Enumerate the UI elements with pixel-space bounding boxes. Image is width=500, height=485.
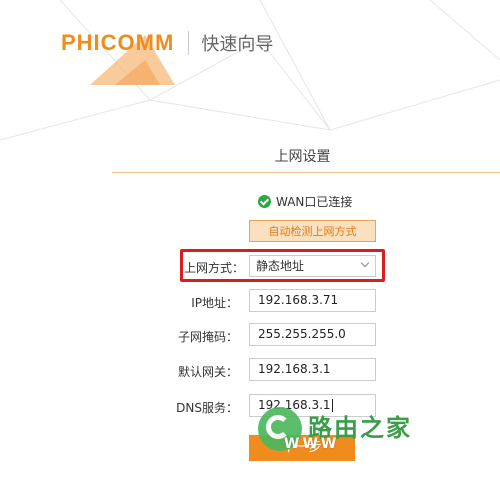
section-divider <box>112 172 500 173</box>
wan-status-text: WAN口已连接 <box>276 195 353 209</box>
brand-divider <box>188 31 190 55</box>
check-circle-icon <box>258 195 271 208</box>
connection-type-select[interactable]: 静态地址 <box>249 255 376 277</box>
auto-detect-button[interactable]: 自动检测上网方式 <box>249 220 376 242</box>
chevron-down-icon <box>360 258 370 268</box>
watermark: 路由之家 WWW <box>258 402 458 472</box>
connection-type-label: 上网方式： <box>184 261 245 275</box>
ip-label: IP地址： <box>191 296 238 310</box>
watermark-url: WWW <box>284 436 340 452</box>
phicomm-logo: PHICOMM <box>61 30 175 55</box>
ip-address-input[interactable]: 192.168.3.71 <box>249 289 376 312</box>
connection-type-value: 静态地址 <box>256 259 305 273</box>
brand-header: PHICOMM 快速向导 <box>61 30 273 56</box>
gateway-value: 192.168.3.1 <box>258 362 331 376</box>
brand-subtitle: 快速向导 <box>201 34 274 55</box>
subnet-mask-input[interactable]: 255.255.255.0 <box>249 323 376 346</box>
subnet-mask-value: 255.255.255.0 <box>258 327 346 341</box>
wan-status: WAN口已连接 <box>258 193 352 210</box>
gateway-input[interactable]: 192.168.3.1 <box>249 358 376 381</box>
ip-address-value: 192.168.3.71 <box>258 293 339 307</box>
gateway-label: 默认网关： <box>177 365 238 379</box>
subnet-label: 子网掩码： <box>177 330 238 344</box>
section-title: 上网设置 <box>274 149 331 165</box>
dns-label: DNS服务： <box>176 401 238 415</box>
